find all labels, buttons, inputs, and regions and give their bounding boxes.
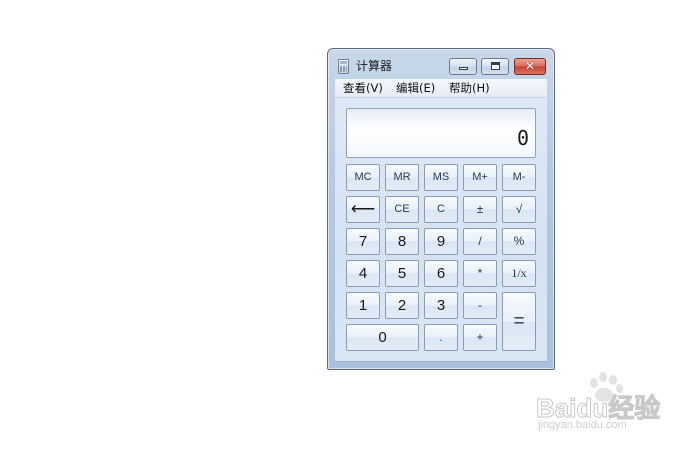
close-icon: ✕: [524, 59, 536, 73]
maximize-button[interactable]: [481, 58, 509, 75]
key-1[interactable]: 1: [346, 292, 380, 319]
key-backspace[interactable]: ⟵: [346, 196, 380, 223]
display-value: 0: [516, 126, 529, 150]
key-3[interactable]: 3: [424, 292, 458, 319]
window-title: 计算器: [356, 59, 393, 73]
key-m-plus[interactable]: M+: [463, 164, 497, 191]
title-bar[interactable]: 计算器 ✕: [328, 49, 554, 79]
key-divide[interactable]: /: [463, 228, 497, 255]
menu-edit[interactable]: 编辑(E): [396, 80, 435, 96]
key-9[interactable]: 9: [424, 228, 458, 255]
key-ms[interactable]: MS: [424, 164, 458, 191]
key-m-minus[interactable]: M-: [502, 164, 536, 191]
display: 0: [346, 108, 536, 158]
key-8[interactable]: 8: [385, 228, 419, 255]
key-4[interactable]: 4: [346, 260, 380, 287]
key-2[interactable]: 2: [385, 292, 419, 319]
calculator-body: 0 MC MR MS M+ M- ⟵ CE C ± √ 7 8 9 / % 4 …: [335, 98, 547, 362]
menu-help[interactable]: 帮助(H): [449, 80, 490, 96]
key-plus[interactable]: +: [463, 324, 497, 351]
menu-view[interactable]: 查看(V): [343, 80, 383, 96]
key-multiply[interactable]: *: [463, 260, 497, 287]
key-plus-minus[interactable]: ±: [463, 196, 497, 223]
calculator-icon: [338, 59, 349, 74]
key-0[interactable]: 0: [346, 324, 419, 351]
key-equals[interactable]: =: [502, 292, 536, 351]
maximize-icon: [491, 62, 500, 70]
key-percent[interactable]: %: [502, 228, 536, 255]
desktop: 计算器 ✕ 查看(V) 编辑(E) 帮助(H) 0 MC MR MS M+ M-…: [0, 0, 700, 450]
key-sqrt[interactable]: √: [502, 196, 536, 223]
minimize-button[interactable]: [449, 58, 477, 75]
key-5[interactable]: 5: [385, 260, 419, 287]
menu-bar: 查看(V) 编辑(E) 帮助(H): [335, 79, 547, 98]
key-mc[interactable]: MC: [346, 164, 380, 191]
key-mr[interactable]: MR: [385, 164, 419, 191]
key-c[interactable]: C: [424, 196, 458, 223]
watermark: Baidu经验 jingyan.baidu.com: [534, 372, 694, 442]
calculator-window: 计算器 ✕ 查看(V) 编辑(E) 帮助(H) 0 MC MR MS M+ M-…: [327, 48, 555, 370]
key-decimal[interactable]: .: [424, 324, 458, 351]
key-reciprocal[interactable]: 1/x: [502, 260, 536, 287]
close-button[interactable]: ✕: [514, 58, 546, 75]
key-ce[interactable]: CE: [385, 196, 419, 223]
key-6[interactable]: 6: [424, 260, 458, 287]
key-minus[interactable]: -: [463, 292, 497, 319]
watermark-url: jingyan.baidu.com: [538, 419, 627, 431]
key-7[interactable]: 7: [346, 228, 380, 255]
minimize-icon: [459, 67, 468, 70]
